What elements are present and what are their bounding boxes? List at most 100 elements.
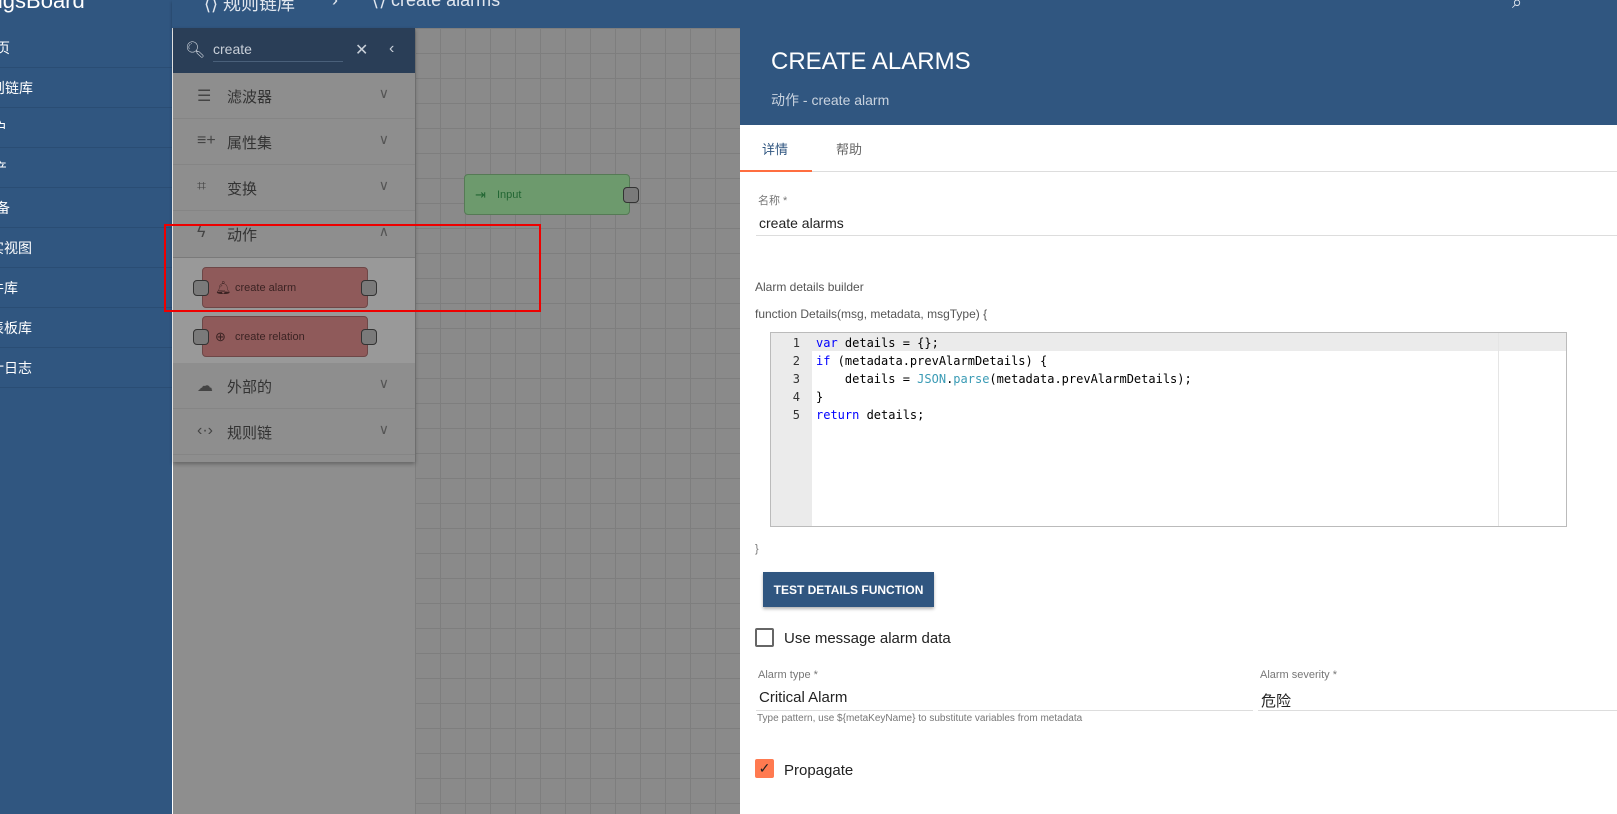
alarm-type-hint: Type pattern, use ${metaKeyName} to subs…	[757, 713, 1083, 724]
playlist-add-icon: ≡+	[197, 132, 216, 149]
chevron-down-icon: ∨	[378, 177, 389, 193]
category-label: 属性集	[227, 135, 273, 152]
code-editor[interactable]: 1 2 3 4 5 var details = {}; if (metadata…	[770, 332, 1567, 527]
alarm-type-label: Alarm type *	[758, 669, 818, 681]
chevron-down-icon: ∨	[378, 85, 389, 101]
tab-ink-bar	[740, 170, 812, 172]
output-port[interactable]	[361, 329, 377, 345]
category-label: 外部的	[227, 379, 273, 396]
line-number: 4	[792, 390, 800, 404]
tab-help[interactable]: 帮助	[836, 139, 862, 158]
chevron-down-icon: ∨	[378, 421, 389, 437]
sidebar-item-label: 备	[0, 188, 10, 227]
sidebar-item-label: 实视图	[0, 240, 32, 256]
sidebar-item-label: 件库	[0, 280, 18, 296]
input-port[interactable]	[193, 329, 209, 345]
sidebar-item-widgets[interactable]: 件库	[0, 268, 172, 308]
code-icon: ‹·›	[197, 422, 213, 439]
line-number: 1	[792, 336, 800, 350]
chevron-down-icon: ∨	[378, 131, 389, 147]
add-circle-icon: ⊕	[215, 329, 226, 344]
node-details-panel: CREATE ALARMS 动作 - create alarm 详情 帮助 名称…	[740, 28, 1617, 814]
panel-header: CREATE ALARMS 动作 - create alarm	[740, 28, 1617, 125]
chevron-down-icon: ∨	[378, 375, 389, 391]
line-number: 2	[792, 354, 800, 368]
line-number: 3	[792, 372, 800, 386]
category-enrichment[interactable]: ≡+ 属性集 ∨	[173, 119, 415, 165]
check-icon: ✓	[758, 760, 771, 776]
output-port[interactable]	[623, 187, 639, 203]
search-input[interactable]: create	[213, 41, 343, 62]
collapse-icon[interactable]: ‹	[389, 40, 394, 58]
print-margin	[1498, 333, 1499, 526]
category-label: 变换	[227, 181, 258, 198]
crop-icon: ⌗	[197, 178, 207, 195]
alarm-severity-underline	[1258, 710, 1617, 711]
use-message-alarm-data-checkbox[interactable]	[755, 628, 774, 647]
library-search: 🔍︎ create ✕ ‹	[173, 28, 415, 73]
sidebar: ThingsBoard 页 则链库 户 产 备 实视图 件库 表板库 计日志	[0, 0, 172, 814]
category-external[interactable]: ☁ 外部的 ∨	[173, 363, 415, 409]
name-label: 名称 *	[758, 195, 788, 207]
builder-label: Alarm details builder	[755, 280, 864, 294]
function-signature: function Details(msg, metadata, msgType)…	[755, 307, 988, 321]
panel-subtitle: 动作 - create alarm	[771, 92, 890, 108]
sidebar-item-label: 产	[0, 148, 7, 187]
category-label: 滤波器	[227, 89, 273, 106]
code-line: }	[816, 390, 824, 404]
sidebar-item-devices[interactable]: 备	[0, 188, 172, 228]
filter-icon: ☰	[197, 88, 212, 105]
category-filter[interactable]: ☰ 滤波器 ∨	[173, 73, 415, 119]
category-label: 规则链	[227, 425, 273, 442]
category-rule-chain[interactable]: ‹·› 规则链 ∨	[173, 409, 415, 455]
sidebar-item-entity-views[interactable]: 实视图	[0, 228, 172, 268]
sidebar-item-rule-chains[interactable]: 则链库	[0, 68, 172, 108]
alarm-type-underline	[756, 710, 1253, 711]
panel-title: CREATE ALARMS	[771, 48, 971, 75]
input-node-label: Input	[497, 189, 522, 201]
line-gutter: 1 2 3 4 5	[771, 333, 812, 526]
node-label: create relation	[235, 331, 305, 343]
input-node[interactable]: ⇥ Input	[464, 174, 639, 215]
tab-details[interactable]: 详情	[762, 139, 788, 158]
sidebar-item-customers[interactable]: 户	[0, 108, 172, 148]
test-details-function-button[interactable]: TEST DETAILS FUNCTION	[763, 572, 934, 607]
node-create-relation[interactable]: ⊕ create relation	[193, 316, 377, 357]
propagate-checkbox[interactable]: ✓	[755, 759, 774, 778]
code-line: var details = {};	[816, 336, 939, 350]
function-close: }	[755, 543, 759, 555]
sidebar-item-label: 表板库	[0, 320, 32, 336]
code-line: details = JSON.parse(metadata.prevAlarmD…	[816, 372, 1192, 386]
breadcrumb-separator: ›	[332, 0, 338, 10]
sidebar-item-label: 计日志	[0, 360, 32, 376]
rule-chain-canvas[interactable]	[415, 28, 740, 814]
code-line: if (metadata.prevAlarmDetails) {	[816, 354, 1048, 368]
search-icon: 🔍︎	[185, 42, 206, 59]
code-line: return details;	[816, 408, 925, 422]
alarm-severity-label: Alarm severity *	[1260, 669, 1338, 681]
sidebar-item-label: 则链库	[0, 80, 33, 96]
sidebar-item-assets[interactable]: 产	[0, 148, 172, 188]
breadcrumb-rule-chains[interactable]: ⟨⟩ 规则链库	[204, 0, 295, 16]
name-input[interactable]: create alarms	[759, 215, 844, 231]
sidebar-item-label: 页	[0, 28, 10, 67]
cloud-upload-icon: ☁	[197, 378, 213, 395]
sidebar-item-audit-logs[interactable]: 计日志	[0, 348, 172, 388]
search-icon[interactable]: ⌕	[1512, 0, 1522, 13]
library-background	[173, 462, 415, 814]
brand-logo: ThingsBoard	[0, 0, 85, 13]
line-number: 5	[792, 408, 800, 422]
sidebar-item-home[interactable]: 页	[0, 28, 172, 68]
highlight-box	[164, 224, 541, 312]
use-message-alarm-data-label: Use message alarm data	[784, 630, 951, 647]
propagate-label: Propagate	[784, 762, 854, 779]
name-underline	[756, 235, 1617, 236]
category-transformation[interactable]: ⌗ 变换 ∨	[173, 165, 415, 211]
input-icon: ⇥	[475, 187, 486, 202]
alarm-severity-select[interactable]: 危险	[1261, 690, 1291, 711]
sidebar-item-label: 户	[0, 108, 7, 147]
alarm-type-input[interactable]: Critical Alarm	[759, 689, 847, 706]
clear-icon[interactable]: ✕	[355, 40, 368, 60]
tab-bar: 详情 帮助	[740, 125, 1617, 172]
sidebar-item-dashboards[interactable]: 表板库	[0, 308, 172, 348]
